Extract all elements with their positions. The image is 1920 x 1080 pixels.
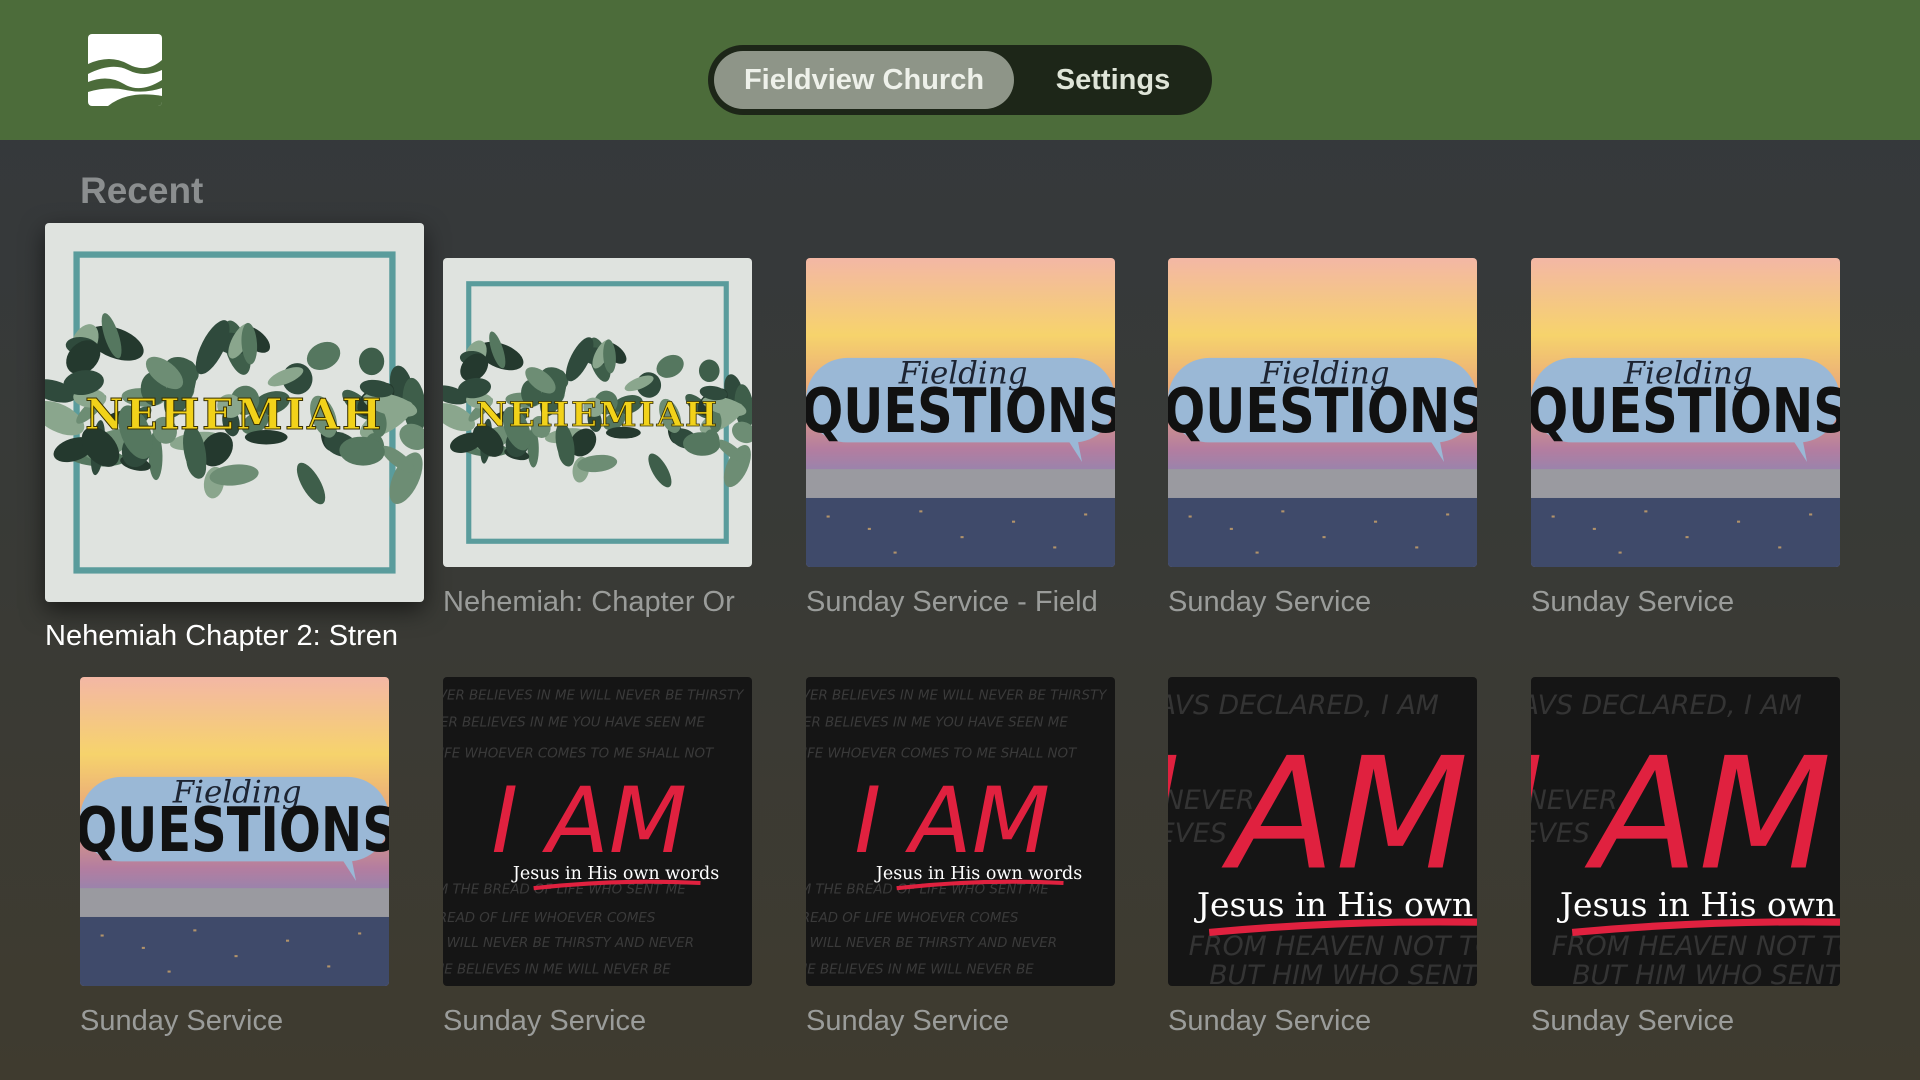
svg-text:READ OF LIFE WHOEVER COMES: READ OF LIFE WHOEVER COMES [443,911,656,926]
svg-text:QUESTIONS: QUESTIONS [1168,375,1477,447]
artwork-thumbnail: VER BELIEVES IN ME WILL NEVER BE THIRSTY… [806,677,1115,986]
tile-title: Sunday Service [1531,586,1735,618]
tab-fieldview-church[interactable]: Fieldview Church [714,51,1014,109]
svg-text:I AM: I AM [1168,726,1469,905]
artwork-thumbnail: Fielding QUESTIONS [1168,258,1477,567]
artwork-thumbnail: Fielding QUESTIONS [806,258,1115,567]
svg-text:VER BELIEVES IN ME WILL NEVER: VER BELIEVES IN ME WILL NEVER BE THIRSTY [806,689,1108,704]
svg-text:NEHEMIAH: NEHEMIAH [476,395,719,435]
svg-text:QUESTIONS: QUESTIONS [1531,375,1840,447]
tab-bar: Fieldview Church Settings [708,45,1212,115]
svg-text:ME WILL NEVER BE THIRSTY AND N: ME WILL NEVER BE THIRSTY AND NEVER [443,936,694,951]
svg-text:READ OF LIFE WHOEVER COMES: READ OF LIFE WHOEVER COMES [806,911,1019,926]
tab-settings[interactable]: Settings [1020,51,1206,109]
svg-text:ME BELIEVES IN ME WILL NEVER B: ME BELIEVES IN ME WILL NEVER BE [806,963,1034,978]
svg-text:Jesus in His own wo: Jesus in His own wo [1194,885,1477,924]
tile-title: Sunday Service [1168,1005,1372,1037]
svg-text:I AM: I AM [491,769,687,874]
artwork-thumbnail: AVS DECLARED, I AM I NEVER EVES FROM HEA… [1168,677,1477,986]
tile-title: Sunday Service [806,1005,1010,1037]
svg-text:ME WILL NEVER BE THIRSTY AND N: ME WILL NEVER BE THIRSTY AND NEVER [806,936,1057,951]
tile-title: Nehemiah: Chapter Or [443,586,735,618]
fieldview-logo-icon [88,34,162,106]
tile-title: Nehemiah Chapter 2: Stren [45,620,399,652]
svg-text:LIFE WHOEVER COMES TO ME SHALL: LIFE WHOEVER COMES TO ME SHALL NOT [806,746,1078,761]
svg-text:VER BELIEVES IN ME WILL NEVER: VER BELIEVES IN ME WILL NEVER BE THIRSTY [443,689,745,704]
tile-title: Sunday Service - Field [806,586,1098,618]
svg-text:BUT HIM WHO SENT: BUT HIM WHO SENT [1209,960,1477,986]
svg-text:EVER BELIEVES IN ME YOU HAVE S: EVER BELIEVES IN ME YOU HAVE SEEN ME [806,715,1068,730]
artwork-thumbnail: AVS DECLARED, I AM I NEVER EVES FROM HEA… [1531,677,1840,986]
svg-text:I AM: I AM [854,769,1050,874]
artwork-thumbnail: Fielding QUESTIONS [80,677,389,986]
svg-text:AVS DECLARED, I AM: AVS DECLARED, I AM [1168,690,1439,721]
artwork-thumbnail: VER BELIEVES IN ME WILL NEVER BE THIRSTY… [443,677,752,986]
svg-text:QUESTIONS: QUESTIONS [80,794,389,866]
svg-text:ME BELIEVES IN ME WILL NEVER B: ME BELIEVES IN ME WILL NEVER BE [443,963,671,978]
svg-text:LIFE WHOEVER COMES TO ME SHALL: LIFE WHOEVER COMES TO ME SHALL NOT [443,746,715,761]
tile-title: Sunday Service [1168,586,1372,618]
svg-text:FROM HEAVEN NOT TO DO: FROM HEAVEN NOT TO DO [1552,931,1840,962]
artwork-thumbnail: Fielding QUESTIONS [1531,258,1840,567]
artwork-thumbnail: NEHEMIAH [45,223,424,602]
svg-text:Jesus in His own wo: Jesus in His own wo [1557,885,1840,924]
svg-text:I AM: I AM [1531,726,1832,905]
tile-title: Sunday Service [1531,1005,1735,1037]
svg-text:BUT HIM WHO SENT: BUT HIM WHO SENT [1572,960,1840,986]
top-bar: Fieldview Church Settings [0,0,1920,140]
svg-text:FROM HEAVEN NOT TO DO: FROM HEAVEN NOT TO DO [1189,931,1477,962]
artwork-thumbnail: NEHEMIAH [443,258,752,567]
tile-title: Sunday Service [80,1005,284,1037]
svg-text:QUESTIONS: QUESTIONS [806,375,1115,447]
svg-text:AVS DECLARED, I AM: AVS DECLARED, I AM [1531,690,1802,721]
svg-text:NEHEMIAH: NEHEMIAH [85,390,384,439]
section-title-recent: Recent [80,170,204,211]
tile-title: Sunday Service [443,1005,647,1037]
svg-text:EVER BELIEVES IN ME YOU HAVE S: EVER BELIEVES IN ME YOU HAVE SEEN ME [443,715,705,730]
